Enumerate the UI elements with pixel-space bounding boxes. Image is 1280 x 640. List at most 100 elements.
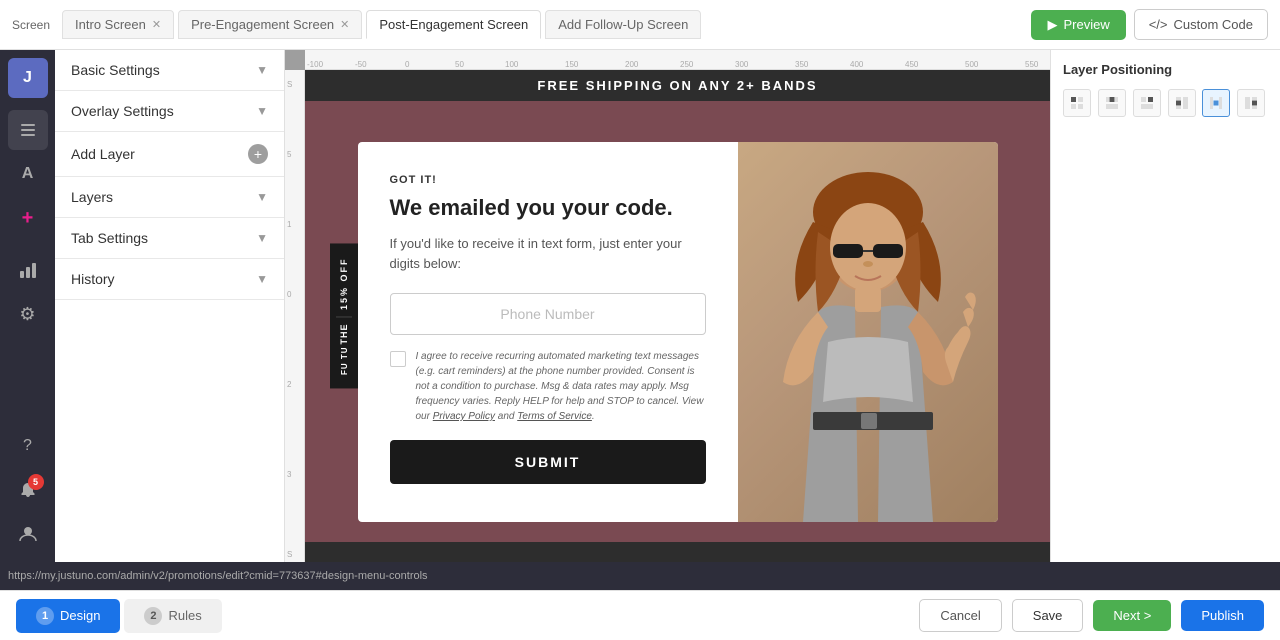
settings-icon: ⚙: [19, 304, 35, 325]
preview-label: Preview: [1063, 17, 1109, 32]
tab-rules-num: 2: [144, 607, 162, 625]
add-layer-label: Add Layer: [71, 146, 135, 162]
tab-settings-chevron: ▼: [256, 231, 268, 245]
left-panel: Basic Settings ▼ Overlay Settings ▼ Add …: [55, 50, 285, 562]
sidebar-icon-analytics[interactable]: [8, 250, 48, 290]
basic-settings-header[interactable]: Basic Settings ▼: [55, 50, 284, 90]
tab-pre-engagement[interactable]: Pre-Engagement Screen ✕: [178, 10, 362, 39]
sidebar-icon-user[interactable]: [8, 514, 48, 554]
tab-settings-header[interactable]: Tab Settings ▼: [55, 218, 284, 258]
tab-settings-section: Tab Settings ▼: [55, 218, 284, 259]
url-bar: https://my.justuno.com/admin/v2/promotio…: [0, 562, 1280, 590]
next-button[interactable]: Next >: [1093, 600, 1171, 631]
preview-button[interactable]: ▶ Preview: [1031, 10, 1125, 40]
analytics-icon: [19, 261, 37, 279]
history-label: History: [71, 271, 115, 287]
publish-button[interactable]: Publish: [1181, 600, 1264, 631]
logo-icon[interactable]: J: [8, 58, 48, 98]
tab-post-engagement[interactable]: Post-Engagement Screen: [366, 10, 541, 39]
right-panel-title: Layer Positioning: [1063, 62, 1268, 77]
ruler-vertical: S 5 1 0 2 3 S: [285, 70, 305, 562]
model-svg: [758, 142, 978, 522]
layers-section: Layers ▼: [55, 177, 284, 218]
custom-code-button[interactable]: </> Custom Code: [1134, 9, 1268, 40]
modal-overlay: 15% OFF THE FU TU ✕ GOT IT! We emailed y…: [305, 101, 1050, 562]
tab-add-follow-up[interactable]: Add Follow-Up Screen: [545, 10, 701, 39]
canvas-bottom-bar: [305, 542, 1050, 562]
banner-bar: FREE SHIPPING ON ANY 2+ BANDS: [305, 70, 1050, 101]
tab-pre-engagement-close[interactable]: ✕: [340, 18, 349, 31]
tab-intro-close[interactable]: ✕: [152, 18, 161, 31]
tab-post-engagement-label: Post-Engagement Screen: [379, 17, 528, 32]
add-layer-icon[interactable]: +: [248, 144, 268, 164]
help-icon: ?: [23, 437, 32, 455]
modal-box: ✕ GOT IT! We emailed you your code. If y…: [358, 142, 998, 522]
font-icon: A: [22, 165, 34, 183]
right-panel: Layer Positioning: [1050, 50, 1280, 562]
screen-label: Screen: [12, 18, 50, 32]
pos-btn-middle-center[interactable]: [1202, 89, 1230, 117]
cancel-button[interactable]: Cancel: [919, 599, 1001, 632]
sidebar-icon-font[interactable]: A: [8, 154, 48, 194]
tab-intro[interactable]: Intro Screen ✕: [62, 10, 174, 39]
history-header[interactable]: History ▼: [55, 259, 284, 299]
basic-settings-label: Basic Settings: [71, 62, 160, 78]
tab-rules[interactable]: 2 Rules: [124, 599, 221, 633]
url-text: https://my.justuno.com/admin/v2/promotio…: [8, 570, 428, 582]
bottom-bar: 1 Design 2 Rules Cancel Save Next > Publ…: [0, 590, 1280, 640]
tab-design[interactable]: 1 Design: [16, 599, 120, 633]
main-layout: J A + ⚙ ?: [0, 50, 1280, 562]
top-bar-right: ▶ Preview </> Custom Code: [1031, 9, 1268, 40]
pos-btn-top-left[interactable]: [1063, 89, 1091, 117]
modal-subtitle: If you'd like to receive it in text form…: [390, 234, 706, 273]
bottom-right-buttons: Cancel Save Next > Publish: [919, 599, 1264, 632]
sidebar-icon-add[interactable]: +: [8, 198, 48, 238]
model-photo: [738, 142, 998, 522]
tab-rules-label: Rules: [168, 608, 201, 623]
top-bar: Screen Intro Screen ✕ Pre-Engagement Scr…: [0, 0, 1280, 50]
next-label: Next >: [1113, 608, 1151, 623]
pos-btn-top-center[interactable]: [1098, 89, 1126, 117]
add-icon: +: [22, 207, 34, 230]
phone-number-input[interactable]: [390, 293, 706, 335]
notification-badge: 5: [28, 474, 44, 490]
sidebar-icon-settings[interactable]: ⚙: [8, 294, 48, 334]
tab-add-follow-up-label: Add Follow-Up Screen: [558, 17, 688, 32]
add-layer-section: Add Layer +: [55, 132, 284, 177]
tab-settings-label: Tab Settings: [71, 230, 148, 246]
privacy-policy-link[interactable]: Privacy Policy: [433, 411, 495, 422]
banner-text: FREE SHIPPING ON ANY 2+ BANDS: [537, 78, 817, 93]
preview-icon: ▶: [1047, 17, 1057, 33]
modal-left-content: GOT IT! We emailed you your code. If you…: [358, 142, 738, 522]
layers-icon: [18, 120, 38, 140]
overlay-settings-section: Overlay Settings ▼: [55, 91, 284, 132]
canvas-area: -100 -50 0 50 100 150 200 250 300 350 40…: [285, 50, 1050, 562]
add-layer-header[interactable]: Add Layer +: [55, 132, 284, 176]
pos-btn-top-right[interactable]: [1133, 89, 1161, 117]
consent-checkbox[interactable]: [390, 351, 406, 367]
sidebar-icon-layers[interactable]: [8, 110, 48, 150]
positioning-grid: [1063, 89, 1268, 117]
canvas-background: FREE SHIPPING ON ANY 2+ BANDS 15% OFF TH…: [305, 70, 1050, 562]
save-button[interactable]: Save: [1012, 599, 1084, 632]
sidebar-icons: J A + ⚙ ?: [0, 50, 55, 562]
basic-settings-section: Basic Settings ▼: [55, 50, 284, 91]
pos-btn-middle-left[interactable]: [1168, 89, 1196, 117]
terms-link[interactable]: Terms of Service: [517, 411, 592, 422]
user-icon: [18, 524, 38, 544]
pos-btn-middle-right[interactable]: [1237, 89, 1265, 117]
history-section: History ▼: [55, 259, 284, 300]
overlay-settings-header[interactable]: Overlay Settings ▼: [55, 91, 284, 131]
ruler-horizontal: -100 -50 0 50 100 150 200 250 300 350 40…: [305, 50, 1050, 70]
submit-button[interactable]: SUBMIT: [390, 440, 706, 484]
layers-label: Layers: [71, 189, 113, 205]
design-canvas: FREE SHIPPING ON ANY 2+ BANDS 15% OFF TH…: [305, 70, 1050, 562]
history-chevron: ▼: [256, 272, 268, 286]
tab-pre-engagement-label: Pre-Engagement Screen: [191, 17, 334, 32]
layers-header[interactable]: Layers ▼: [55, 177, 284, 217]
modal-title: We emailed you your code.: [390, 194, 706, 223]
bottom-tabs: 1 Design 2 Rules: [16, 599, 222, 633]
sidebar-icon-help[interactable]: ?: [8, 426, 48, 466]
sidebar-icon-notifications[interactable]: 5: [8, 470, 48, 510]
consent-text: I agree to receive recurring automated m…: [416, 349, 706, 424]
